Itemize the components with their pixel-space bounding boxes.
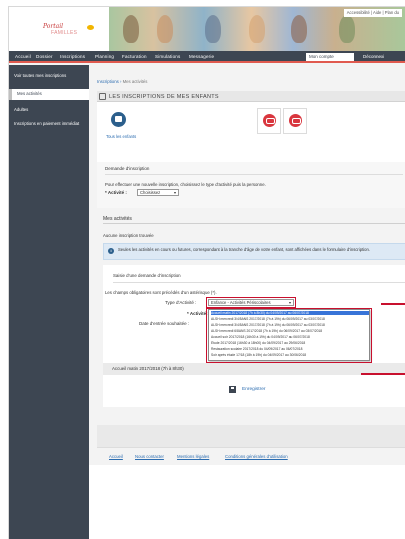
no-inscription-text: Aucune inscription trouvée — [103, 233, 154, 238]
activity-type-select[interactable]: Choisissez ▾ — [137, 189, 179, 196]
sidebar-item-immediate-payment[interactable]: Inscriptions en paiement immédiat — [9, 119, 89, 129]
all-children-label: Tous les enfants — [106, 134, 137, 139]
divider — [113, 282, 405, 283]
child-avatar-icon — [289, 114, 302, 127]
my-activities-title: Mes activités — [103, 216, 132, 222]
browser-page: Portail FAMILLES Accessibilité | Aide | … — [8, 6, 405, 539]
info-text: Seules les activités en cours ou futures… — [118, 247, 370, 252]
info-message: i Seules les activités en cours ou futur… — [103, 243, 405, 260]
info-icon: i — [108, 248, 114, 254]
selected-activity-text: Accueil matin 2017/2018 (7h à 8h30) — [112, 366, 184, 371]
children-icon — [99, 93, 106, 100]
sidebar-item-adults[interactable]: Adultes — [9, 105, 89, 115]
nav-home[interactable]: Accueil — [15, 54, 31, 59]
site-logo[interactable]: Portail FAMILLES — [43, 23, 105, 39]
inscription-form: Saisie d'une demande d'inscription Les c… — [103, 265, 405, 407]
sidebar-item-all-inscriptions[interactable]: Voir toutes mes inscriptions — [9, 71, 89, 81]
chevron-down-icon: ▾ — [173, 190, 176, 195]
section-title: LES INSCRIPTIONS DE MES ENFANTS — [109, 94, 219, 100]
sidebar: Voir toutes mes inscriptions Mes activit… — [9, 65, 89, 539]
request-title: Demande d'inscription — [105, 166, 403, 175]
child-tile[interactable] — [257, 108, 281, 134]
callout-line — [381, 303, 405, 305]
children-selector: Tous les enfants — [97, 102, 405, 162]
footer-link-legal[interactable]: Mentions légales — [177, 454, 209, 459]
main-content: Inscriptions › Mes activités LES INSCRIP… — [89, 65, 405, 539]
my-account-button[interactable]: Mon compte — [306, 53, 354, 61]
highlight-type-box — [206, 297, 296, 308]
nav-facturation[interactable]: Facturation — [122, 54, 147, 59]
page-blank-area — [89, 465, 405, 539]
nav-simulations[interactable]: Simulations — [155, 54, 180, 59]
all-children-tile[interactable]: Tous les enfants — [106, 108, 136, 139]
callout-line — [361, 373, 405, 375]
child-avatar-icon — [263, 114, 276, 127]
selected-activity-row: Accueil matin 2017/2018 (7h à 8h30) — [103, 363, 405, 375]
inscription-request-panel: Demande d'inscription Pour effectuer une… — [97, 162, 405, 208]
logo-sun-icon — [87, 25, 94, 30]
request-description: Pour effectuer une nouvelle inscription,… — [105, 182, 266, 187]
child-tile[interactable] — [283, 108, 307, 134]
site-header: Portail FAMILLES Accessibilité | Aide | … — [9, 7, 405, 51]
section-header: LES INSCRIPTIONS DE MES ENFANTS — [97, 91, 405, 102]
breadcrumb: Inscriptions › Mes activités — [97, 79, 148, 84]
breadcrumb-root[interactable]: Inscriptions — [97, 79, 119, 84]
form-title: Saisie d'une demande d'inscription — [113, 273, 181, 278]
logo-line1: Portail — [43, 23, 64, 30]
save-icon — [229, 386, 236, 393]
main-nav: Accueil Dossier Inscriptions Planning Fa… — [9, 51, 405, 63]
save-button[interactable]: Enregistrer — [229, 385, 281, 395]
breadcrumb-current: Mes activités — [122, 79, 148, 84]
nav-messagerie[interactable]: Messagerie — [189, 54, 214, 59]
highlight-activity-box — [206, 308, 372, 363]
nav-dossier[interactable]: Dossier — [36, 54, 53, 59]
activity-label: * Activité : — [105, 190, 127, 195]
sidebar-item-my-activities[interactable]: Mes activités — [9, 89, 89, 100]
desired-date-label: Date d'entrée souhaitée : — [139, 321, 190, 326]
footer-link-contact[interactable]: Nous contacter — [135, 454, 164, 459]
activity-type-label: Type d'Activité : — [165, 300, 197, 305]
nav-inscriptions[interactable]: Inscriptions — [60, 54, 85, 59]
group-icon — [111, 112, 126, 127]
divider — [103, 223, 405, 224]
logout-link[interactable]: Déconnexi — [363, 54, 384, 59]
logo-line2: FAMILLES — [51, 30, 78, 36]
save-label: Enregistrer — [242, 387, 266, 392]
form-bottom-panel — [97, 425, 405, 447]
mandatory-note: Les champs obligatoires sont précédés d'… — [105, 290, 217, 295]
footer-link-home[interactable]: Accueil — [109, 454, 123, 459]
nav-planning[interactable]: Planning — [95, 54, 114, 59]
footer-link-terms[interactable]: Conditions générales d'utilisation — [225, 454, 288, 459]
top-utility-links[interactable]: Accessibilité | Aide | Plan du — [343, 9, 402, 17]
